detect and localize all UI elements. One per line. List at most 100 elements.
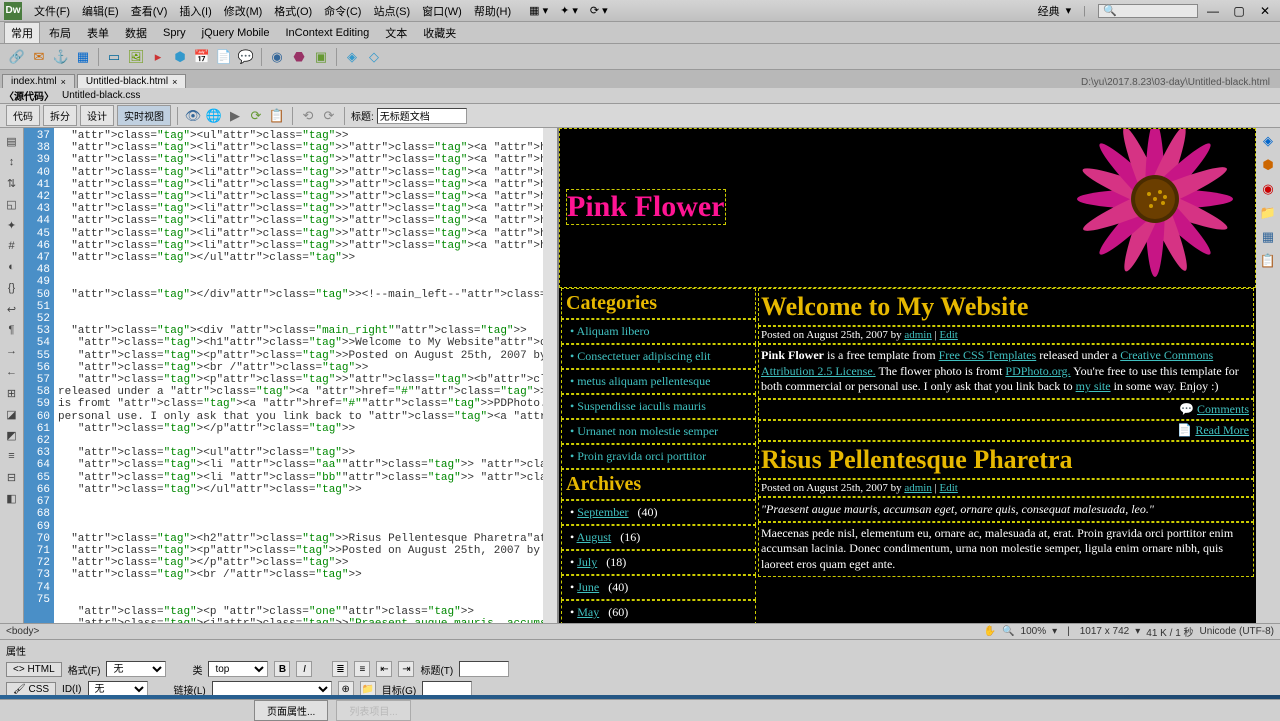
mysite-link[interactable]: my site <box>1076 379 1111 393</box>
image-icon[interactable]: 🖼 <box>127 48 145 66</box>
minimize-button[interactable]: — <box>1202 4 1224 18</box>
zoom-level[interactable]: 100% <box>1021 626 1047 637</box>
window-size[interactable]: 1017 x 742 <box>1080 626 1130 637</box>
archive-item[interactable]: • August (16) <box>561 525 756 550</box>
apply-comment-icon[interactable]: ◪ <box>3 405 21 423</box>
menu-modify[interactable]: 修改(M) <box>218 1 269 21</box>
close-icon[interactable]: × <box>61 77 66 87</box>
admin-link-2[interactable]: admin <box>904 482 932 494</box>
open-documents-icon[interactable]: ▤ <box>3 132 21 150</box>
ssi-icon[interactable]: 📄 <box>215 48 233 66</box>
hidden-chars-icon[interactable]: ¶ <box>3 321 21 339</box>
templates-link[interactable]: Free CSS Templates <box>939 348 1037 362</box>
snippets-icon[interactable]: 📋 <box>1259 252 1277 270</box>
menu-view[interactable]: 查看(V) <box>125 1 174 21</box>
move-css-icon[interactable]: ◧ <box>3 489 21 507</box>
live-code-icon[interactable]: 👁 <box>184 107 202 125</box>
related-css-link[interactable]: Untitled-black.css <box>62 90 140 101</box>
browser-icon[interactable]: ▶ <box>226 107 244 125</box>
menu-window[interactable]: 窗口(W) <box>416 1 468 21</box>
media-icon[interactable]: ▸ <box>149 48 167 66</box>
tag-icon[interactable]: ◈ <box>343 48 361 66</box>
date-icon[interactable]: 📅 <box>193 48 211 66</box>
source-code-link[interactable]: 〈源代码〉 <box>4 88 54 103</box>
archive-item[interactable]: • September (40) <box>561 500 756 525</box>
tag-selector[interactable]: <body> <box>6 626 39 637</box>
admin-link[interactable]: admin <box>904 329 932 341</box>
menu-edit[interactable]: 编辑(E) <box>76 1 125 21</box>
readmore-link[interactable]: Read More <box>1195 423 1249 437</box>
code-scrollbar[interactable] <box>543 128 557 623</box>
bold-button[interactable]: B <box>274 661 290 677</box>
anchor-icon[interactable]: ⚓ <box>52 48 70 66</box>
menu-format[interactable]: 格式(O) <box>268 1 318 21</box>
doc-tab-untitled[interactable]: Untitled-black.html × <box>77 74 187 88</box>
insert-tab-favorites[interactable]: 收藏夹 <box>416 22 463 44</box>
ol-button[interactable]: ≡ <box>354 661 370 677</box>
class-select[interactable]: top <box>208 661 268 677</box>
insert-tab-spry[interactable]: Spry <box>156 24 193 42</box>
insert-tab-jquery[interactable]: jQuery Mobile <box>195 24 277 42</box>
inspect-icon[interactable]: 🌐 <box>205 107 223 125</box>
live-view-button[interactable]: 实时视图 <box>117 105 171 126</box>
balance-icon[interactable]: ✦ <box>3 216 21 234</box>
collapse-icon[interactable]: ↕ <box>3 153 21 171</box>
line-numbers-icon[interactable]: # <box>3 237 21 255</box>
assets-icon[interactable]: ▦ <box>1259 228 1277 246</box>
close-icon[interactable]: × <box>172 77 177 87</box>
menu-help[interactable]: 帮助(H) <box>468 1 517 21</box>
hand-tool-icon[interactable]: ✋ <box>984 626 996 637</box>
indent-icon[interactable]: → <box>3 342 21 360</box>
edit-link[interactable]: Edit <box>940 329 958 341</box>
category-item[interactable]: metus aliquam pellentesque <box>561 369 756 394</box>
category-item[interactable]: Proin gravida orci porttitor <box>561 444 756 469</box>
format-select[interactable]: 无 <box>106 661 166 677</box>
menu-commands[interactable]: 命令(C) <box>318 1 367 21</box>
css-styles-icon[interactable]: ◈ <box>1259 132 1277 150</box>
insert-tab-layout[interactable]: 布局 <box>42 22 78 44</box>
insert-tab-text[interactable]: 文本 <box>378 22 414 44</box>
category-item[interactable]: Consectetuer adipiscing elit <box>561 344 756 369</box>
live-view-panel[interactable]: Pink Flower <box>559 128 1256 623</box>
zoom-tool-icon[interactable]: 🔍 <box>1002 626 1014 637</box>
remove-comment-icon[interactable]: ◩ <box>3 426 21 444</box>
windows-taskbar[interactable] <box>0 695 1280 699</box>
layout-dropdown-icon[interactable]: ▾ <box>1066 4 1072 17</box>
title-prop-input[interactable] <box>459 661 509 677</box>
category-item[interactable]: Urnanet non molestie semper <box>561 419 756 444</box>
pdphoto-link[interactable]: PDPhoto.org. <box>1005 364 1070 378</box>
business-catalyst-icon[interactable]: ◉ <box>1259 180 1277 198</box>
table-icon[interactable]: ▦ <box>74 48 92 66</box>
insert-tab-common[interactable]: 常用 <box>4 22 40 44</box>
email-icon[interactable]: ✉ <box>30 48 48 66</box>
edit-link-2[interactable]: Edit <box>940 482 958 494</box>
more-icon[interactable]: ◇ <box>365 48 383 66</box>
title-input[interactable] <box>377 108 467 124</box>
nav-icon[interactable]: ⟲ <box>299 107 317 125</box>
refresh-icon[interactable]: ⟳ <box>247 107 265 125</box>
outdent-icon[interactable]: ← <box>3 363 21 381</box>
insert-tab-incontext[interactable]: InContext Editing <box>278 24 376 42</box>
comment-icon[interactable]: 💬 <box>237 48 255 66</box>
archive-item[interactable]: • May (60) <box>561 600 756 623</box>
script-icon[interactable]: ⬣ <box>290 48 308 66</box>
list-items-button[interactable]: 列表项目... <box>336 700 410 721</box>
select-parent-icon[interactable]: ◱ <box>3 195 21 213</box>
code-editor[interactable]: 37 38 39 40 41 42 43 44 45 46 47 48 49 5… <box>24 128 559 623</box>
files-icon[interactable]: 📁 <box>1259 204 1277 222</box>
category-item[interactable]: Suspendisse iaculis mauris <box>561 394 756 419</box>
indent-button[interactable]: ⇥ <box>398 661 414 677</box>
template-icon[interactable]: ▣ <box>312 48 330 66</box>
format-icon[interactable]: ⊞ <box>3 384 21 402</box>
design-view-button[interactable]: 设计 <box>80 105 114 126</box>
close-button[interactable]: ✕ <box>1254 4 1276 18</box>
comments-link[interactable]: Comments <box>1197 402 1249 416</box>
highlight-icon[interactable]: ◐ <box>3 258 21 276</box>
search-icon[interactable]: 🔍 <box>1098 4 1198 18</box>
menu-file[interactable]: 文件(F) <box>28 1 76 21</box>
div-icon[interactable]: ▭ <box>105 48 123 66</box>
hyperlink-icon[interactable]: 🔗 <box>8 48 26 66</box>
syntax-icon[interactable]: {} <box>3 279 21 297</box>
word-wrap-icon[interactable]: ↩ <box>3 300 21 318</box>
doc-tab-index[interactable]: index.html × <box>2 74 75 88</box>
